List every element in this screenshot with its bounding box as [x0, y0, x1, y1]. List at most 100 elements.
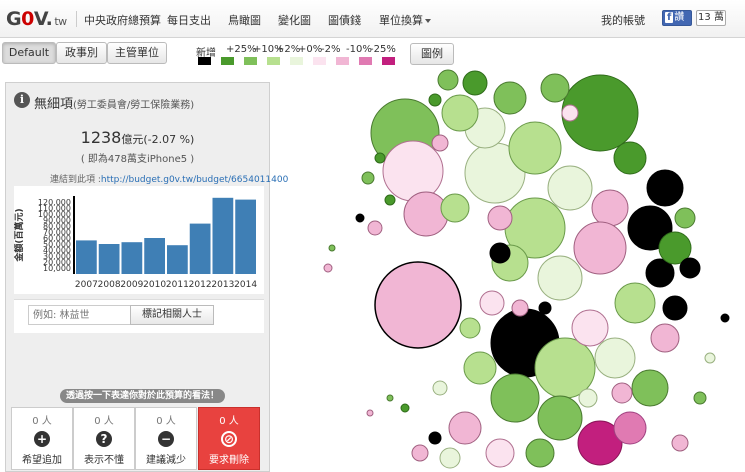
- budget-bubble[interactable]: [431, 134, 449, 152]
- budget-bubble[interactable]: [374, 152, 386, 164]
- budget-bubble[interactable]: [448, 411, 482, 445]
- vote-banner: 透過按一下表達你對於此預算的看法！: [60, 389, 225, 403]
- budget-bubble[interactable]: [411, 444, 429, 462]
- vote-label: 希望追加: [22, 455, 62, 466]
- site-title[interactable]: 中央政府總預算: [84, 12, 161, 28]
- budget-bubble[interactable]: [382, 140, 444, 202]
- person-search-input[interactable]: [28, 305, 131, 325]
- budget-bubble[interactable]: [490, 373, 540, 423]
- budget-bubble[interactable]: [441, 94, 479, 132]
- budget-bubble[interactable]: [525, 438, 555, 468]
- budget-bubble[interactable]: [367, 220, 383, 236]
- budget-bubble[interactable]: [428, 93, 442, 107]
- budget-bubble[interactable]: [538, 301, 552, 315]
- budget-bubble[interactable]: [439, 447, 461, 469]
- budget-bubble[interactable]: [547, 165, 593, 211]
- budget-bubble[interactable]: [614, 282, 656, 324]
- iphone-equivalent: ( 即為478萬支iPhone5 ): [80, 154, 195, 165]
- g0v-logo[interactable]: G0V. tw: [6, 8, 67, 30]
- vote-add-button[interactable]: 0 人 + 希望追加: [11, 407, 73, 470]
- budget-bubble[interactable]: [679, 257, 701, 279]
- nav-unit-conversion[interactable]: 單位換算: [379, 12, 431, 28]
- bar-2009[interactable]: [121, 242, 143, 274]
- budget-bubble[interactable]: [479, 290, 505, 316]
- budget-bubble[interactable]: [573, 221, 627, 275]
- budget-bubble[interactable]: [594, 337, 636, 379]
- legend-label: -2%: [321, 44, 341, 55]
- budget-bubble[interactable]: [540, 73, 570, 103]
- vote-confused-button[interactable]: 0 人 ? 表示不懂: [73, 407, 135, 470]
- budget-bubble[interactable]: [646, 169, 684, 207]
- nav-change-chart[interactable]: 變化圖: [278, 12, 311, 28]
- budget-bubble[interactable]: [511, 299, 529, 317]
- bar-2012[interactable]: [189, 223, 211, 274]
- vote-reduce-button[interactable]: 0 人 − 建議減少: [135, 407, 197, 470]
- permalink[interactable]: http://budget.g0v.tw/budget/6654011400: [101, 175, 288, 185]
- budget-bubble[interactable]: [400, 403, 410, 413]
- legend-swatch: [244, 57, 257, 65]
- budget-bubble[interactable]: [487, 205, 513, 231]
- tab-functional[interactable]: 政事別: [56, 42, 107, 64]
- bar-2007[interactable]: [76, 240, 97, 274]
- budget-bubble[interactable]: [674, 207, 696, 229]
- budget-bubble[interactable]: [537, 395, 583, 441]
- budget-bubble[interactable]: [386, 394, 394, 402]
- budget-bubble[interactable]: [537, 255, 583, 301]
- x-tick-label: 2011: [166, 280, 189, 290]
- bar-2014[interactable]: [235, 199, 256, 274]
- budget-bubble[interactable]: [463, 351, 497, 385]
- bar-2011[interactable]: [167, 245, 188, 274]
- nav-daily-spending[interactable]: 每日支出: [167, 12, 211, 28]
- budget-bubble[interactable]: [571, 309, 609, 347]
- nav-debt-chart[interactable]: 圖債錢: [328, 12, 361, 28]
- tag-person-button[interactable]: 標記相關人士: [130, 305, 214, 325]
- tab-default[interactable]: Default: [2, 42, 56, 64]
- legend-label: +0%: [298, 44, 323, 55]
- budget-bubble[interactable]: [428, 431, 442, 445]
- budget-bubble-chart[interactable]: [270, 68, 745, 470]
- budget-bubble[interactable]: [720, 313, 730, 323]
- budget-bubble[interactable]: [631, 369, 669, 407]
- budget-bubble[interactable]: [561, 104, 579, 122]
- budget-bubble[interactable]: [613, 411, 647, 445]
- budget-bubble[interactable]: [485, 438, 515, 468]
- budget-bubble[interactable]: [366, 409, 374, 417]
- budget-bubble[interactable]: [508, 121, 562, 175]
- bar-2008[interactable]: [98, 244, 120, 274]
- vote-label: 建議減少: [146, 455, 186, 466]
- budget-bubble[interactable]: [611, 382, 633, 404]
- budget-bubble[interactable]: [578, 388, 598, 408]
- budget-bubble[interactable]: [328, 244, 336, 252]
- facebook-like-button[interactable]: f讚: [662, 10, 692, 26]
- vote-delete-button[interactable]: 0 人 ⊘ 要求刪除: [198, 407, 260, 470]
- budget-bubble[interactable]: [493, 81, 527, 115]
- plus-icon: +: [34, 431, 50, 447]
- item-title: 無細項(勞工委員會/勞工保險業務): [34, 97, 195, 112]
- y-axis-label: 金額(百萬元): [14, 208, 25, 262]
- my-account-link[interactable]: 我的帳號: [601, 12, 645, 28]
- budget-bubble[interactable]: [650, 323, 680, 353]
- budget-bubble[interactable]: [361, 171, 375, 185]
- tab-agency[interactable]: 主管單位: [107, 42, 167, 64]
- budget-bubble[interactable]: [662, 295, 688, 321]
- budget-bubble[interactable]: [459, 317, 481, 339]
- budget-bubble[interactable]: [355, 213, 365, 223]
- chart-legend-button[interactable]: 圖例: [410, 43, 454, 65]
- nav-birdseye-view[interactable]: 鳥瞰圖: [228, 12, 261, 28]
- budget-bubble[interactable]: [384, 194, 396, 206]
- budget-bubble[interactable]: [462, 70, 488, 96]
- budget-bubble[interactable]: [403, 191, 449, 237]
- budget-bubble[interactable]: [323, 263, 333, 273]
- budget-bubble[interactable]: [693, 391, 707, 405]
- budget-bubble[interactable]: [704, 352, 716, 364]
- budget-bubble[interactable]: [437, 69, 459, 91]
- budget-bubble[interactable]: [374, 261, 462, 349]
- budget-bubble[interactable]: [591, 189, 629, 227]
- budget-bubble[interactable]: [432, 380, 448, 396]
- budget-bubble[interactable]: [671, 434, 689, 452]
- budget-bubble[interactable]: [489, 242, 511, 264]
- budget-bubble[interactable]: [613, 141, 647, 175]
- budget-bubble[interactable]: [440, 193, 470, 223]
- bar-2013[interactable]: [212, 197, 234, 274]
- bar-2010[interactable]: [144, 238, 165, 274]
